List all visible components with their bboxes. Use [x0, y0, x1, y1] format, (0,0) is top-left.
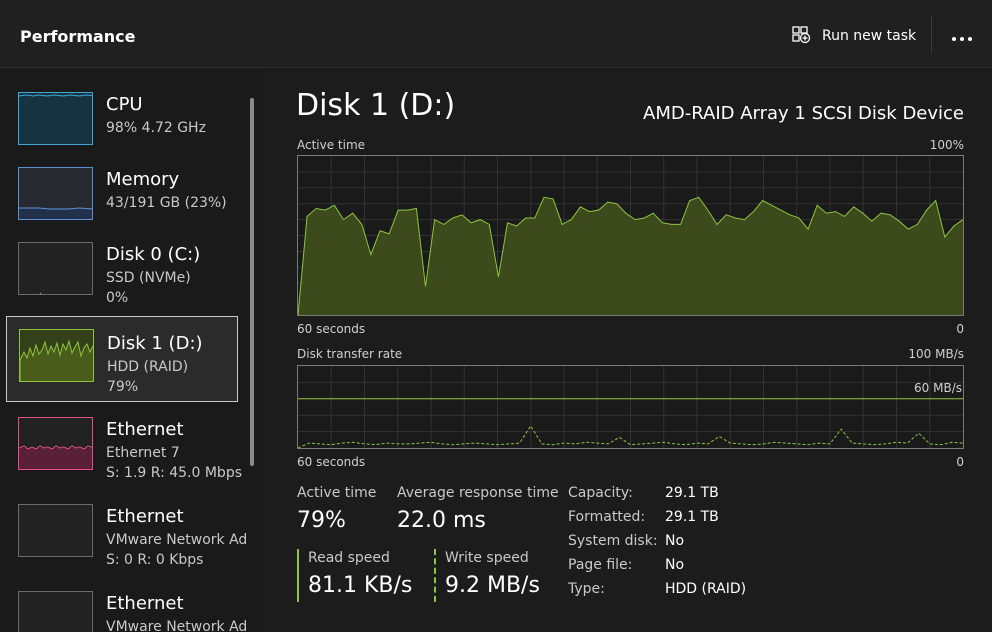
- disk-model: AMD-RAID Array 1 SCSI Disk Device: [643, 103, 964, 124]
- sidebar-item-name: CPU: [106, 94, 143, 115]
- transfer-rate-graph-label: Disk transfer rate: [297, 347, 403, 361]
- sidebar-item-name: Disk 1 (D:): [107, 333, 203, 354]
- sidebar-item-detail: VMware Network Ad: [106, 619, 248, 632]
- sidebar-item-detail: SSD (NVMe): [106, 270, 191, 286]
- read-speed-label: Read speed: [308, 550, 390, 566]
- title-separator: [931, 16, 932, 54]
- type-label: Type:: [568, 581, 605, 597]
- sidebar-item-detail: HDD (RAID): [107, 359, 189, 375]
- sidebar-item-name: Ethernet: [106, 506, 184, 527]
- sidebar-item-detail: 98% 4.72 GHz: [106, 120, 206, 136]
- read-speed-value: 81.1 KB/s: [308, 573, 413, 598]
- run-task-icon: [790, 23, 812, 49]
- sidebar-item-usage: 79%: [107, 379, 139, 395]
- system-disk-label: System disk:: [568, 533, 658, 549]
- active-time-chart: [298, 156, 963, 315]
- sidebar-item-name: Ethernet: [106, 419, 184, 440]
- memory-thumbnail: [18, 167, 93, 220]
- type-value: HDD (RAID): [665, 581, 747, 597]
- cpu-thumbnail: [18, 92, 93, 145]
- transfer-rate-line-label: 60 MB/s: [914, 381, 962, 395]
- sidebar-item-memory[interactable]: Memory 43/191 GB (23%): [6, 153, 238, 239]
- device-sidebar: CPU 98% 4.72 GHz Memory 43/191 GB (23%) …: [0, 69, 262, 632]
- sidebar-item-disk-1[interactable]: Disk 1 (D:) HDD (RAID) 79%: [6, 316, 238, 402]
- vmware-1-thumbnail: [18, 504, 93, 557]
- ethernet-7-thumbnail: [18, 417, 93, 470]
- title-bar: Performance Run new task: [0, 0, 992, 68]
- run-new-task-button[interactable]: Run new task: [790, 22, 916, 50]
- avg-response-label: Average response time: [397, 485, 559, 501]
- write-speed-indicator: [434, 549, 436, 602]
- write-speed-value: 9.2 MB/s: [445, 573, 540, 598]
- active-time-min-label: 0: [956, 322, 964, 336]
- avg-response-value: 22.0 ms: [397, 508, 486, 533]
- sidebar-item-usage: 0%: [106, 290, 129, 306]
- sidebar-item-detail: 43/191 GB (23%): [106, 195, 227, 211]
- active-time-stat-value: 79%: [297, 508, 346, 533]
- transfer-rate-max-label: 100 MB/s: [908, 347, 964, 361]
- sidebar-item-ethernet-7[interactable]: Ethernet Ethernet 7 S: 1.9 R: 45.0 Mbps: [6, 403, 242, 489]
- page-file-value: No: [665, 557, 685, 573]
- disk-title: Disk 1 (D:): [296, 88, 456, 123]
- transfer-rate-duration-label: 60 seconds: [297, 455, 366, 469]
- sidebar-item-name: Memory: [106, 169, 180, 190]
- sidebar-item-usage: S: 0 R: 0 Kbps: [106, 552, 204, 568]
- read-speed-indicator: [297, 549, 299, 602]
- capacity-value: 29.1 TB: [665, 485, 719, 501]
- sidebar-item-name: Disk 0 (C:): [106, 244, 201, 265]
- sidebar-item-usage: S: 1.9 R: 45.0 Mbps: [106, 465, 243, 481]
- disk-0-thumbnail: [18, 242, 93, 295]
- sidebar-item-disk-0[interactable]: Disk 0 (C:) SSD (NVMe) 0%: [6, 228, 238, 314]
- transfer-rate-graph: [297, 365, 964, 449]
- active-time-graph: [297, 155, 964, 316]
- write-speed-label: Write speed: [445, 550, 529, 566]
- active-time-duration-label: 60 seconds: [297, 322, 366, 336]
- page-file-label: Page file:: [568, 557, 633, 573]
- active-time-max-label: 100%: [929, 138, 964, 152]
- sidebar-item-vmware-1[interactable]: Ethernet VMware Network Ad S: 0 R: 0 Kbp…: [6, 490, 247, 576]
- active-time-graph-label: Active time: [297, 138, 366, 152]
- sidebar-item-vmware-2[interactable]: Ethernet VMware Network Ad: [6, 577, 247, 632]
- more-options-button[interactable]: [946, 22, 978, 50]
- sidebar-item-detail: Ethernet 7: [106, 445, 180, 461]
- vmware-2-thumbnail: [18, 591, 93, 632]
- more-icon: [951, 27, 973, 46]
- system-disk-value: No: [665, 533, 685, 549]
- page-title: Performance: [20, 27, 136, 46]
- sidebar-scrollbar[interactable]: [250, 98, 254, 466]
- transfer-rate-chart: [298, 366, 963, 448]
- transfer-rate-min-label: 0: [956, 455, 964, 469]
- formatted-value: 29.1 TB: [665, 509, 719, 525]
- sidebar-item-name: Ethernet: [106, 593, 184, 614]
- disk-1-thumbnail: [19, 329, 94, 382]
- capacity-label: Capacity:: [568, 485, 633, 501]
- sidebar-item-detail: VMware Network Ad: [106, 532, 248, 548]
- sidebar-item-cpu[interactable]: CPU 98% 4.72 GHz: [6, 78, 238, 164]
- run-task-label: Run new task: [822, 28, 917, 44]
- formatted-label: Formatted:: [568, 509, 646, 525]
- active-time-stat-label: Active time: [297, 485, 377, 501]
